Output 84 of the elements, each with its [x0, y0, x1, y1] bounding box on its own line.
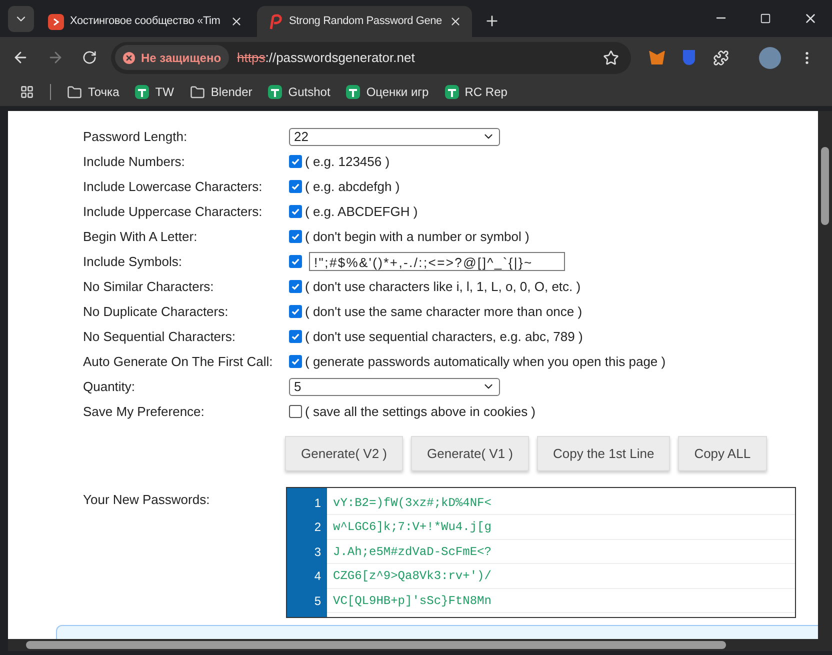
option-label: Quantity:	[83, 378, 136, 396]
option-label: No Sequential Characters:	[83, 328, 236, 346]
checkbox[interactable]	[289, 355, 302, 368]
folder-icon	[190, 84, 205, 100]
line-number: 1	[314, 495, 321, 512]
checkbox[interactable]	[289, 255, 302, 268]
action-button[interactable]: Generate( V1 )	[411, 436, 529, 471]
apps-icon[interactable]	[20, 85, 34, 99]
password-line: w^LGC6]k;7:V+!*Wu4.j[g	[327, 515, 795, 540]
select-field[interactable]: 22	[289, 128, 500, 146]
back-icon[interactable]	[12, 49, 29, 66]
bookmark[interactable]: Точка	[67, 83, 120, 101]
option-note: ( e.g. 123456 )	[305, 152, 390, 171]
bookmark[interactable]: Оценки игр	[346, 83, 429, 101]
sheet-icon	[135, 85, 150, 99]
password-line: vY:B2=)fW(3xz#;kD%4NF<	[327, 491, 795, 516]
bookmark[interactable]: RC Rep	[444, 83, 508, 101]
option-label: Password Length:	[83, 128, 188, 146]
option-label: Save My Preference:	[83, 402, 206, 421]
symbols-field[interactable]: !";#$%&'()*+,-./:;<=>?@[]^_`{|}~	[309, 252, 565, 271]
close-icon[interactable]	[803, 11, 818, 26]
line-number: 2	[314, 519, 321, 536]
option-note: ( e.g. abcdefgh )	[305, 178, 400, 196]
bookmark[interactable]: Gutshot	[268, 83, 330, 101]
tab-search-button[interactable]	[8, 6, 34, 32]
select-field[interactable]: 5	[289, 378, 500, 396]
profile-avatar[interactable]	[759, 46, 781, 68]
bookmark[interactable]: TW	[135, 83, 174, 101]
bookmark-star-icon[interactable]	[603, 50, 619, 66]
option-label: Begin With A Letter:	[83, 228, 198, 246]
option-note: ( don't use sequential characters, e.g. abc, 789 )	[305, 328, 583, 346]
checkbox[interactable]	[289, 280, 302, 293]
option-note: ( don't use the same character more than once )	[305, 302, 582, 321]
new-tab-icon[interactable]	[484, 13, 500, 29]
checkbox[interactable]	[289, 230, 302, 243]
option-note: ( generate passwords automatically when you open this page )	[305, 352, 666, 371]
folder-icon	[67, 84, 82, 100]
line-number: 4	[314, 568, 321, 586]
site-icon	[267, 14, 283, 30]
password-line: CZG6[z^9>Qa8Vk3:rv+')/	[327, 564, 795, 589]
option-note: ( save all the settings above in cookies )	[305, 402, 536, 421]
option-label: No Similar Characters:	[83, 278, 215, 296]
url-text: https://passwordsgenerator.net	[237, 48, 416, 67]
action-button[interactable]: Generate( V2 )	[285, 436, 403, 471]
browser-tab[interactable]: Хостинговое сообщество «Tim	[38, 6, 253, 37]
tab-title: Strong Random Password Gene	[289, 14, 443, 30]
password-line: J.Ah;e5M#zdVaD-ScFmE<?	[327, 540, 795, 564]
browser-tab[interactable]: Strong Random Password Gene	[257, 6, 472, 37]
site-icon	[48, 14, 64, 30]
bookmark[interactable]: Blender	[190, 83, 252, 101]
option-label: Include Lowercase Characters:	[83, 178, 264, 196]
warning-icon	[123, 52, 135, 64]
option-note: ( don't begin with a number or symbol )	[305, 228, 530, 246]
reload-icon[interactable]	[82, 50, 97, 65]
line-number: 3	[314, 544, 321, 561]
result-label: Your New Passwords:	[83, 491, 211, 509]
checkbox[interactable]	[289, 205, 302, 218]
option-label: Include Uppercase Characters:	[83, 202, 264, 221]
sheet-icon	[268, 85, 282, 99]
option-label: Include Symbols:	[83, 252, 183, 271]
line-number: 5	[314, 592, 321, 610]
option-label: No Duplicate Characters:	[83, 302, 230, 321]
option-label: Auto Generate On The First Call:	[83, 352, 274, 371]
checkbox[interactable]	[289, 180, 302, 193]
checkbox[interactable]	[289, 305, 302, 318]
tab-title: Хостинговое сообщество «Tim	[70, 14, 222, 30]
action-button[interactable]: Copy ALL	[678, 436, 767, 471]
option-note: ( don't use characters like i, l, 1, L, o, 0, O, etc. )	[305, 278, 581, 296]
checkbox[interactable]	[289, 155, 302, 168]
maximize-icon[interactable]	[760, 13, 771, 24]
checkbox[interactable]	[289, 405, 302, 418]
address-bar[interactable]: Не защищено https://passwordsgenerator.net	[111, 42, 631, 74]
close-icon[interactable]	[230, 15, 243, 28]
option-note: ( e.g. ABCDEFGH )	[305, 202, 418, 221]
password-line: VC[QL9HB+p]'sSc}FtN8Mn	[327, 588, 795, 613]
extensions-icon[interactable]	[713, 50, 729, 66]
security-chip[interactable]: Не защищено	[115, 45, 230, 70]
checkbox[interactable]	[289, 330, 302, 343]
action-button[interactable]: Copy the 1st Line	[537, 436, 670, 471]
close-icon[interactable]	[449, 15, 462, 28]
option-label: Include Numbers:	[83, 152, 186, 171]
forward-icon[interactable]	[47, 49, 64, 66]
sheet-icon	[346, 85, 360, 99]
sheet-icon	[444, 85, 459, 99]
